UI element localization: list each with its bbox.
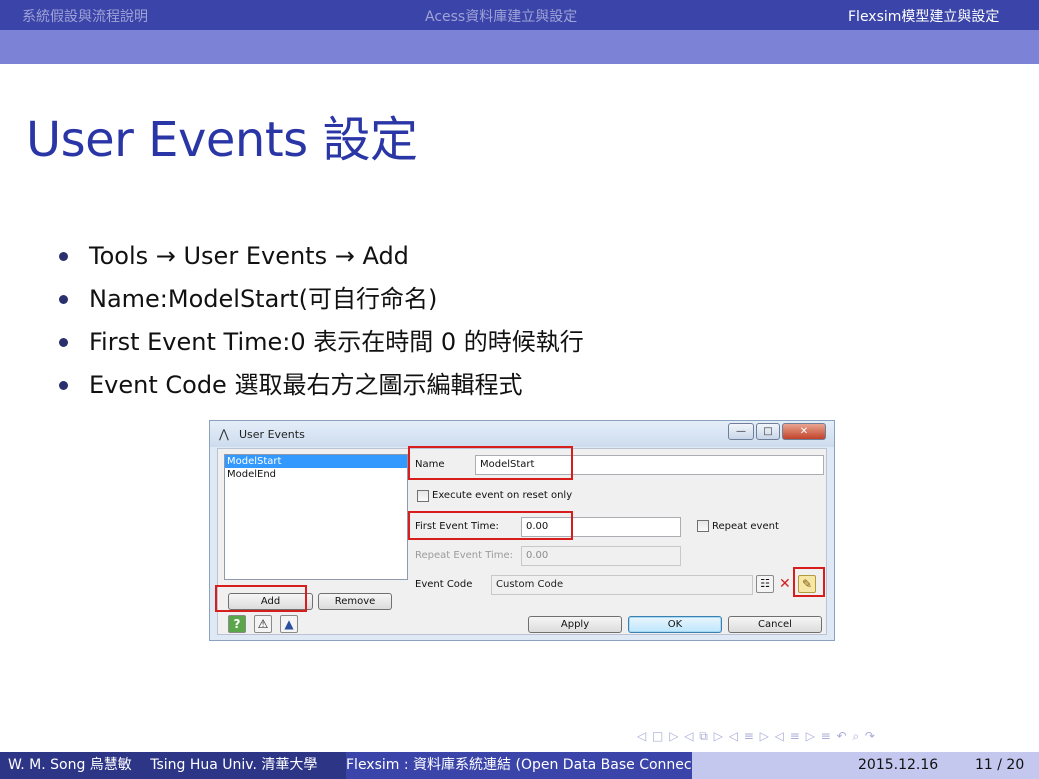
remove-button[interactable]: Remove	[318, 593, 392, 610]
execute-on-reset-checkbox[interactable]	[417, 490, 429, 502]
list-item[interactable]: ModelStart	[225, 455, 407, 468]
close-button[interactable]: ✕	[782, 423, 826, 440]
bullet-text: Tools → User Events → Add	[89, 242, 409, 270]
bullet-dot-icon	[59, 338, 68, 347]
footer-institute: Tsing Hua Univ. 清華大學	[150, 757, 318, 773]
code-editor-highlight-box	[793, 567, 825, 597]
events-listbox[interactable]: ModelStart ModelEnd	[224, 454, 408, 580]
beamer-navigation-symbols[interactable]: ◁ □ ▷ ◁ ⧉ ▷ ◁ ≡ ▷ ◁ ≡ ▷ ≡ ↶ ⌕ ↷	[637, 729, 876, 744]
ok-button[interactable]: OK	[628, 616, 722, 633]
header-section-flexsim-model[interactable]: Flexsim模型建立與設定	[848, 6, 999, 26]
footer-page-number: 11 / 20	[975, 757, 1025, 773]
event-code-field[interactable]: Custom Code	[491, 575, 753, 595]
execute-on-reset-label: Execute event on reset only	[432, 490, 573, 501]
event-code-label: Event Code	[415, 579, 473, 590]
cancel-button[interactable]: Cancel	[728, 616, 822, 633]
name-highlight-box	[408, 446, 573, 480]
first-event-time-highlight-box	[408, 511, 573, 540]
bullet-item: First Event Time:0 表示在時間 0 的時候執行	[56, 326, 584, 369]
bullet-text: Name:ModelStart(可自行命名)	[89, 285, 438, 313]
dialog-titlebar[interactable]: ⋀ User Events — □ ✕	[210, 421, 834, 447]
triggers-icon[interactable]: ⚠	[254, 615, 272, 633]
header-subsection-band	[0, 30, 1039, 64]
bullet-dot-icon	[59, 295, 68, 304]
add-button-highlight-box	[215, 585, 307, 612]
header-section-system-assumptions[interactable]: 系統假設與流程說明	[22, 6, 148, 26]
minimize-button[interactable]: —	[728, 423, 754, 440]
code-properties-icon[interactable]: ☷	[756, 575, 774, 593]
footer-author: W. M. Song 烏慧敏	[8, 757, 132, 773]
delete-x-icon[interactable]: ✕	[779, 575, 793, 593]
repeat-event-time-label: Repeat Event Time:	[415, 550, 514, 561]
dialog-title: User Events	[239, 428, 305, 441]
help-icon[interactable]: ?	[228, 615, 246, 633]
bullet-item: Event Code 選取最右方之圖示編輯程式	[56, 369, 584, 412]
bullet-dot-icon	[59, 252, 68, 261]
header-section-access-database[interactable]: Acess資料庫建立與設定	[425, 6, 577, 26]
bullet-text: First Event Time:0 表示在時間 0 的時候執行	[89, 328, 584, 356]
maximize-button[interactable]: □	[756, 423, 780, 440]
flexsim-logo-icon: ⋀	[219, 427, 229, 441]
repeat-event-label: Repeat event	[712, 521, 779, 532]
footer-author-institute: W. M. Song 烏慧敏 Tsing Hua Univ. 清華大學	[0, 752, 346, 779]
bullet-item: Name:ModelStart(可自行命名)	[56, 283, 584, 326]
footer-date-page: 2015.12.16 11 / 20	[692, 752, 1039, 779]
bullet-list: Tools → User Events → Add Name:ModelStar…	[56, 240, 584, 412]
bullet-dot-icon	[59, 381, 68, 390]
slide-header-bar: 系統假設與流程說明 Acess資料庫建立與設定 Flexsim模型建立與設定	[0, 0, 1039, 30]
templates-icon[interactable]: ▲	[280, 615, 298, 633]
bullet-text: Event Code 選取最右方之圖示編輯程式	[89, 371, 523, 399]
list-item[interactable]: ModelEnd	[225, 468, 407, 481]
apply-button[interactable]: Apply	[528, 616, 622, 633]
footer-title-text: Flexsim : 資料庫系統連結 (Open Data Base Connec…	[346, 757, 692, 773]
repeat-event-checkbox[interactable]	[697, 520, 709, 532]
footer-talk-title: Flexsim : 資料庫系統連結 (Open Data Base Connec…	[346, 752, 692, 779]
bullet-item: Tools → User Events → Add	[56, 240, 584, 283]
repeat-event-time-field: 0.00	[521, 546, 681, 566]
slide-title: User Events 設定	[26, 112, 418, 168]
footer-date: 2015.12.16	[858, 757, 939, 773]
